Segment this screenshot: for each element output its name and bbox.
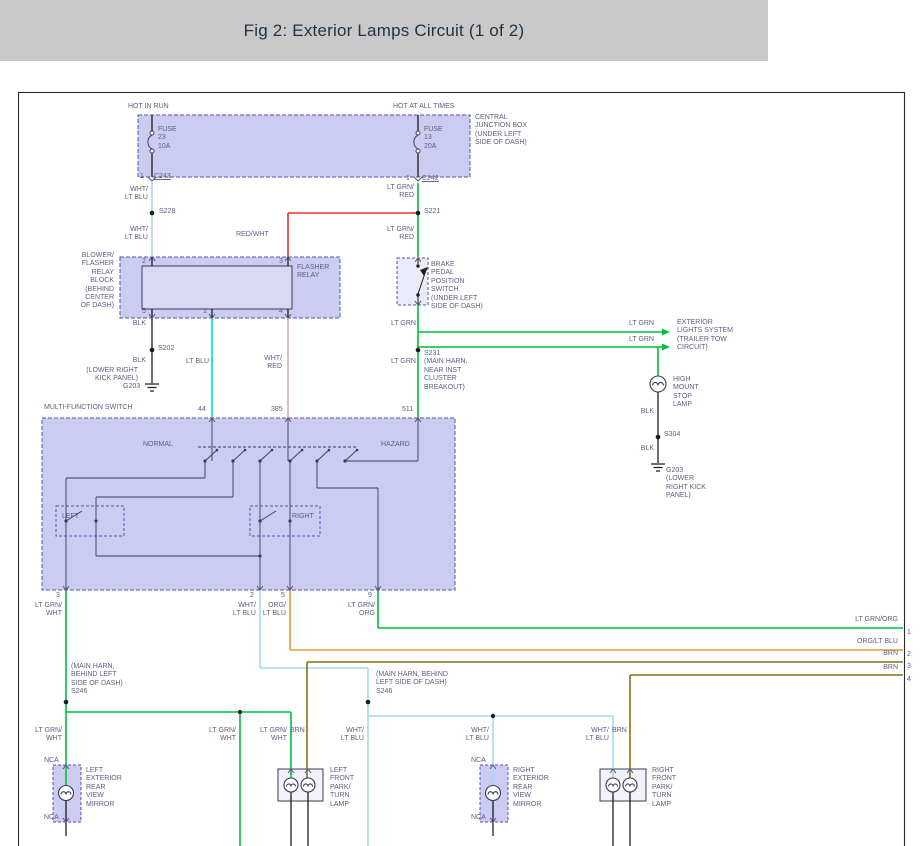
label-harn-mid-s246: (MAIN HARN, BEHIND LEFT SIDE OF DASH) S2… <box>376 671 448 696</box>
high-mount-stop-lamp-bulb <box>650 376 666 392</box>
label-brn-a: BRN <box>290 727 305 735</box>
label-wht-ltblu-f: WHT/ LT BLU <box>579 727 609 744</box>
label-wht-ltblu-d: WHT/ LT BLU <box>334 727 364 744</box>
brake-pedal-switch-box <box>397 258 428 305</box>
label-left-mirror: LEFT EXTERIOR REAR VIEW MIRROR <box>86 767 122 809</box>
label-brake-pedal-switch: BRAKE PEDAL POSITION SWITCH (UNDER LEFT … <box>431 261 483 311</box>
label-ltgrn-red-a: LT GRN/ RED <box>376 184 414 201</box>
label-lt-grn-b: LT GRN <box>388 358 416 366</box>
header-bar: Fig 2: Exterior Lamps Circuit (1 of 2) <box>0 0 768 61</box>
label-fuse-23: FUSE 23 10A <box>158 126 177 151</box>
label-ltgrn-wht-b: LT GRN/ WHT <box>26 727 62 744</box>
label-edge-4: 4 <box>907 676 911 684</box>
central-junction-box <box>138 115 470 177</box>
label-mfs-pin511: 511 <box>402 406 413 414</box>
label-s231: S231 (MAIN HARN, NEAR INST CLUSTER BREAK… <box>424 350 468 392</box>
label-s228: S228 <box>159 208 175 216</box>
label-mfs-pin5: 5 <box>281 592 285 600</box>
label-mfs-pin44: 44 <box>198 406 206 414</box>
label-g203-left-note: (LOWER RIGHT KICK PANEL) <box>58 367 138 384</box>
label-lt-grn-d: LT GRN <box>626 336 654 344</box>
label-ltgrn-wht-a: LT GRN/ WHT <box>26 602 62 619</box>
label-mfs-pin9: 9 <box>368 592 372 600</box>
label-mfs-pin385: 385 <box>271 406 283 414</box>
label-hot-at-all-times: HOT AT ALL TIMES <box>393 103 454 111</box>
exterior-lights-arrow-2 <box>662 344 670 351</box>
label-nca-a: NCA <box>44 757 59 765</box>
label-nca-c: NCA <box>471 757 486 765</box>
ground-symbol-right <box>651 464 665 471</box>
label-edge-1: 1 <box>907 629 911 637</box>
label-org-ltblu-a: ORG/ LT BLU <box>258 602 286 619</box>
label-relay-pin4: 4 <box>279 308 283 316</box>
label-harn-left-s246: (MAIN HARN, BEHIND LEFT SIDE OF DASH) S2… <box>71 663 123 697</box>
exterior-lights-arrow-1 <box>662 329 670 336</box>
label-lt-blu: LT BLU <box>186 358 209 366</box>
label-ltgrn-org-a: LT GRN/ ORG <box>343 602 375 619</box>
label-ltgrn-org-edge: LT GRN/ORG <box>828 616 898 624</box>
label-ltgrn-wht-c: LT GRN/ WHT <box>200 727 236 744</box>
label-ltgrn-wht-d: LT GRN/ WHT <box>251 727 287 744</box>
label-blk-c: BLK <box>628 408 654 416</box>
label-fuse-13: FUSE 13 20A <box>424 126 443 151</box>
circuit-diagram <box>0 0 921 846</box>
label-brn-b: BRN <box>612 727 627 735</box>
label-blk-b: BLK <box>118 357 146 365</box>
wiring-diagram-page: HOT IN RUN HOT AT ALL TIMES FUSE 23 10A … <box>0 0 921 846</box>
label-blower-flasher-relay-block: BLOWER/ FLASHER RELAY BLOCK (BEHIND CENT… <box>38 252 114 311</box>
label-wht-ltblu-e: WHT/ LT BLU <box>459 727 489 744</box>
label-c243: C243 <box>154 173 171 181</box>
page-title: Fig 2: Exterior Lamps Circuit (1 of 2) <box>244 21 525 41</box>
flasher-relay-box <box>142 266 292 309</box>
label-right-mirror: RIGHT EXTERIOR REAR VIEW MIRROR <box>513 767 549 809</box>
label-ltgrn-red-b: LT GRN/ RED <box>376 226 414 243</box>
label-relay-pin3: 3 <box>279 258 283 266</box>
label-wht-ltblu-c: WHT/ LT BLU <box>222 602 256 619</box>
label-org-ltblu-edge: ORG/LT BLU <box>828 638 898 646</box>
label-normal: NORMAL <box>143 441 173 449</box>
label-g203-left: G203 <box>123 383 140 391</box>
left-mirror-bulb <box>59 786 74 801</box>
label-wht-red: WHT/ RED <box>252 355 282 372</box>
label-c243-pin: 1 <box>140 173 144 181</box>
label-edge-3: 3 <box>907 663 911 671</box>
label-relay-pin2: 2 <box>142 258 146 266</box>
label-c242-pin: 1 <box>406 175 410 183</box>
label-left-front-lamp: LEFT FRONT PARK/ TURN LAMP <box>330 767 354 809</box>
label-nca-d: NCA <box>471 814 486 822</box>
label-lt-grn-a: LT GRN <box>388 320 416 328</box>
label-brn-edge3: BRN <box>856 650 898 658</box>
label-g203-right: G203 (LOWER RIGHT KICK PANEL) <box>666 467 706 501</box>
label-flasher-relay: FLASHER RELAY <box>297 264 329 281</box>
label-edge-2: 2 <box>907 651 911 659</box>
label-blk-a: BLK <box>118 320 146 328</box>
label-red-wht: RED/WHT <box>236 231 269 239</box>
label-exterior-lights-system: EXTERIOR LIGHTS SYSTEM (TRAILER TOW CIRC… <box>677 319 733 353</box>
label-s304: S304 <box>664 431 680 439</box>
label-wht-ltblu-a: WHT/ LT BLU <box>110 186 148 203</box>
label-relay-pin1: 1 <box>203 308 207 316</box>
label-lt-grn-c: LT GRN <box>626 320 654 328</box>
label-blk-d: BLK <box>628 445 654 453</box>
label-left: LEFT <box>62 513 79 521</box>
label-right-front-lamp: RIGHT FRONT PARK/ TURN LAMP <box>652 767 676 809</box>
label-nca-b: NCA <box>44 814 59 822</box>
label-s221: S221 <box>424 208 440 216</box>
label-right: RIGHT <box>292 513 314 521</box>
ground-symbol-left <box>145 384 159 391</box>
label-multi-function-switch: MULTI-FUNCTION SWITCH <box>44 404 133 412</box>
label-c242: C242 <box>422 175 439 183</box>
label-mfs-pin2: 2 <box>250 592 254 600</box>
label-mfs-pin3: 3 <box>56 592 60 600</box>
wires-org <box>290 590 903 650</box>
label-brn-edge4: BRN <box>856 664 898 672</box>
label-hazard: HAZARD <box>381 441 410 449</box>
label-high-mount-stop-lamp: HIGH MOUNT STOP LAMP <box>673 376 699 410</box>
right-mirror-bulb <box>486 786 501 801</box>
label-hot-in-run: HOT IN RUN <box>128 103 169 111</box>
label-relay-pin5: 5 <box>142 308 146 316</box>
label-wht-ltblu-b: WHT/ LT BLU <box>110 226 148 243</box>
label-s202: S202 <box>158 345 174 353</box>
label-central-junction-box: CENTRAL JUNCTION BOX (UNDER LEFT SIDE OF… <box>475 114 527 148</box>
